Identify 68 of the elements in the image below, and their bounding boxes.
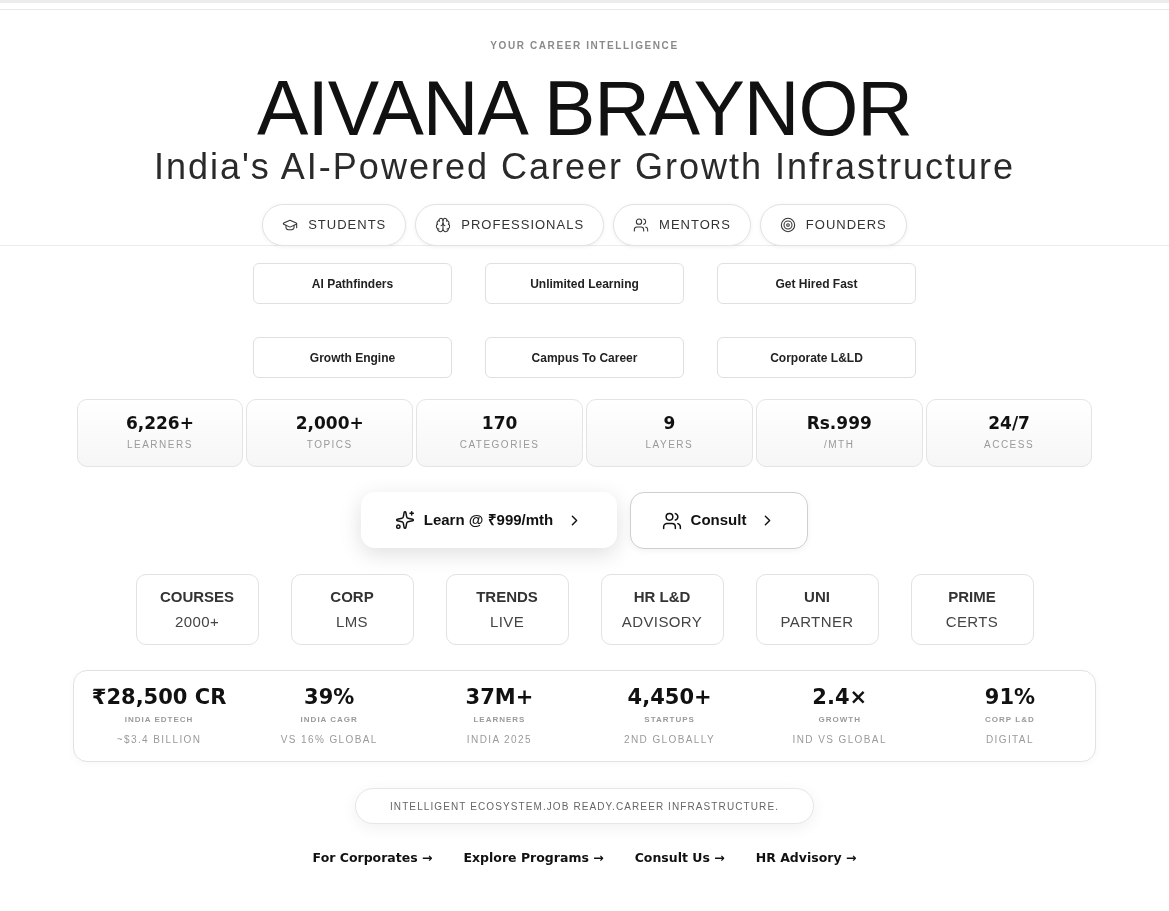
feature-button[interactable]: Campus To Career <box>485 337 684 378</box>
feature-button[interactable]: Corporate L&LD <box>717 337 916 378</box>
audience-button[interactable]: MENTORS <box>613 204 751 246</box>
stat-value: 24/7 <box>988 412 1030 434</box>
market-value: ₹28,500 CR <box>91 684 227 710</box>
tile-subtitle: LIVE <box>489 612 525 632</box>
tile-title: CORP <box>330 587 374 607</box>
brain-icon <box>435 217 452 233</box>
market-note: DIGITAL <box>985 734 1034 746</box>
tile-title: HR L&D <box>633 587 691 607</box>
sparkle-icon <box>394 510 415 530</box>
feature-button[interactable]: Growth Engine <box>253 337 452 378</box>
feature-button[interactable]: Unlimited Learning <box>485 263 684 304</box>
feature-button[interactable]: Get Hired Fast <box>717 263 916 304</box>
users-icon <box>633 217 650 233</box>
audience-button[interactable]: PROFESSIONALS <box>415 204 605 246</box>
market-label: LEARNERS <box>473 715 526 725</box>
stat-label: /MTH <box>824 439 855 451</box>
hero-subtitle: India's AI-Powered Career Growth Infrastructure <box>153 149 1016 185</box>
footer-link[interactable]: Consult Us → <box>634 848 725 868</box>
stat-label: ACCESS <box>984 439 1035 451</box>
brand-title: AIVANA BRAYNOR <box>257 70 912 147</box>
audience-button[interactable]: STUDENTS <box>262 204 407 246</box>
footer-link[interactable]: HR Advisory → <box>755 848 857 868</box>
market-label: INDIA CAGR <box>300 715 358 725</box>
stat-label: LAYERS <box>645 439 694 451</box>
learn-button[interactable]: Learn @ ₹999/mth <box>361 492 617 548</box>
graduation-cap-icon <box>282 217 299 233</box>
market-note: VS 16% GLOBAL <box>280 734 378 746</box>
stat-value: 9 <box>663 412 676 434</box>
tile-subtitle: PARTNER <box>780 612 854 632</box>
market-label: INDIA EDTECH <box>124 715 194 725</box>
feature-button[interactable]: AI Pathfinders <box>253 263 452 304</box>
footer-link[interactable]: Explore Programs → <box>463 848 604 868</box>
consult-button[interactable]: Consult <box>630 492 808 549</box>
market-note: IND VS GLOBAL <box>792 734 887 746</box>
stat-label: TOPICS <box>306 439 353 451</box>
stat-value: Rs.999 <box>806 412 872 434</box>
market-value: 91% <box>984 684 1036 710</box>
tile-title: COURSES <box>159 587 235 607</box>
market-note: INDIA 2025 <box>466 734 532 746</box>
users-icon <box>661 510 682 531</box>
tile-title: UNI <box>804 587 830 607</box>
tile-subtitle: CERTS <box>945 612 999 632</box>
tile-title: PRIME <box>948 587 996 607</box>
tile-title: TRENDS <box>476 587 538 607</box>
tagline-pill: INTELLIGENT ECOSYSTEM.JOB READY.CAREER INFRASTRUCTURE. <box>354 788 815 824</box>
audience-button[interactable]: FOUNDERS <box>759 204 907 246</box>
market-value: 4,450+ <box>627 684 712 710</box>
target-icon <box>779 217 796 233</box>
eyebrow-text: YOUR CAREER INTELLIGENCE <box>490 40 679 52</box>
market-note: ~$3.4 BILLION <box>116 734 202 746</box>
market-label: GROWTH <box>818 715 861 725</box>
market-label: CORP L&D <box>985 715 1035 725</box>
market-value: 2.4× <box>812 684 868 710</box>
market-label: STARTUPS <box>644 715 695 725</box>
stat-label: LEARNERS <box>126 439 193 451</box>
market-note: 2ND GLOBALLY <box>624 734 716 746</box>
tile-subtitle: 2000+ <box>174 612 220 632</box>
tile-subtitle: ADVISORY <box>621 612 703 632</box>
stat-value: 2,000+ <box>295 412 364 434</box>
footer-link[interactable]: For Corporates → <box>312 848 433 868</box>
stat-value: 170 <box>481 412 518 434</box>
market-value: 37M+ <box>465 684 534 710</box>
market-value: 39% <box>304 684 355 710</box>
stat-label: CATEGORIES <box>459 439 540 451</box>
stat-value: 6,226+ <box>125 412 194 434</box>
tile-subtitle: LMS <box>335 612 368 632</box>
